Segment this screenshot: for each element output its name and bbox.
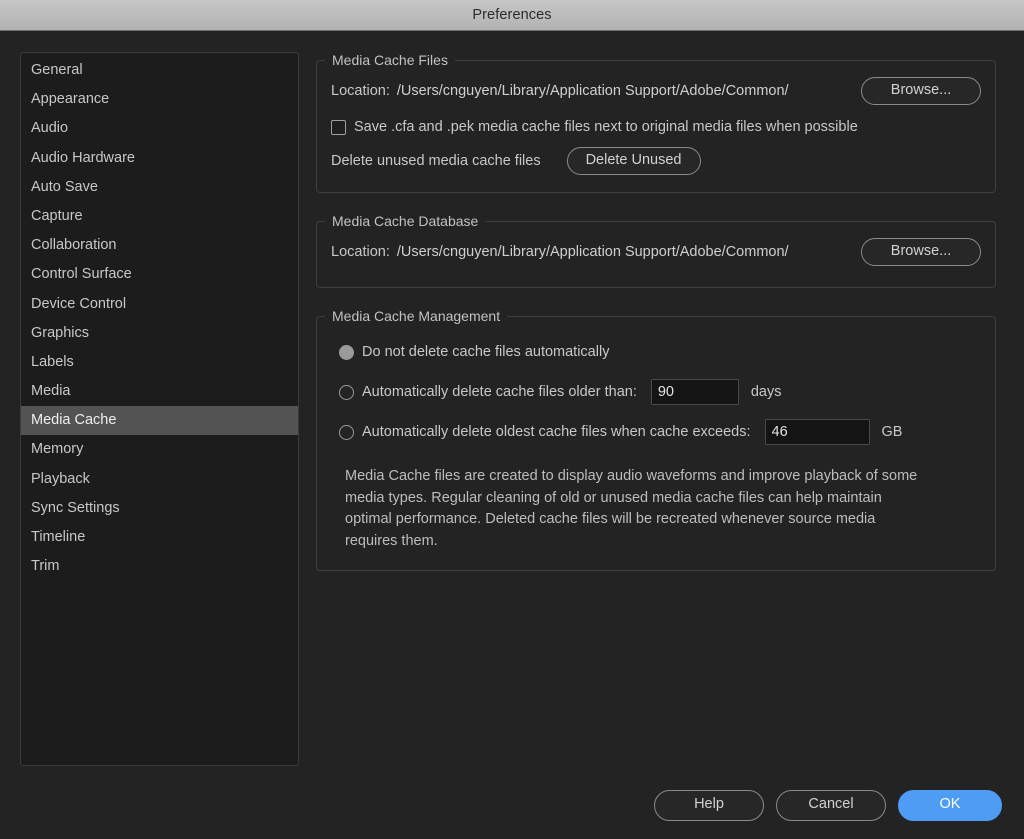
sidebar-item-collaboration[interactable]: Collaboration bbox=[21, 231, 298, 260]
sidebar-item-label: Appearance bbox=[31, 91, 110, 108]
sidebar-item-appearance[interactable]: Appearance bbox=[21, 85, 298, 114]
dialog-body: General Appearance Audio Audio Hardware Auto… bbox=[0, 31, 1024, 839]
cache-db-location-row: Location: /Users/cnguyen/Library/Applica… bbox=[331, 235, 981, 269]
cache-files-browse-button[interactable]: Browse... bbox=[861, 76, 981, 106]
sidebar-item-label: Device Control bbox=[31, 295, 127, 312]
category-list: General Appearance Audio Audio Hardware Auto… bbox=[21, 56, 298, 581]
option-no-auto-delete-label: Do not delete cache files automatically bbox=[362, 344, 610, 360]
sidebar-item-general[interactable]: General bbox=[21, 56, 298, 85]
sidebar-item-label: Timeline bbox=[31, 529, 86, 545]
sidebar-item-label: Audio Hardware bbox=[31, 149, 135, 166]
sidebar-item-label: Memory bbox=[31, 441, 84, 458]
option-cache-exceeds-radio[interactable] bbox=[339, 424, 354, 440]
older-than-unit-label: days bbox=[750, 384, 782, 400]
media-cache-database-group: Media Cache Database Location: /Users/cn… bbox=[316, 213, 996, 288]
media-cache-files-legend: Media Cache Files bbox=[332, 52, 448, 68]
media-cache-description: Media Cache files are created to display… bbox=[345, 468, 918, 549]
sidebar-item-label: Media bbox=[31, 383, 71, 400]
media-cache-files-group: Media Cache Files Location: /Users/cnguy… bbox=[316, 52, 996, 193]
sidebar-item-trim[interactable]: Trim bbox=[21, 552, 298, 581]
sidebar-item-playback[interactable]: Playback bbox=[21, 465, 298, 494]
media-cache-management-legend: Media Cache Management bbox=[332, 308, 501, 324]
sidebar-item-label: Media Cache bbox=[31, 412, 117, 429]
sidebar-item-capture[interactable]: Capture bbox=[21, 202, 298, 231]
sidebar-item-label: Graphics bbox=[31, 324, 90, 341]
sidebar-item-label: Trim bbox=[31, 558, 60, 575]
dialog-footer: Help Cancel OK bbox=[654, 790, 1002, 821]
save-next-to-original-checkbox[interactable] bbox=[331, 119, 346, 135]
delete-unused-row: Delete unused media cache files Delete U… bbox=[331, 144, 981, 178]
sidebar-item-graphics[interactable]: Graphics bbox=[21, 319, 298, 348]
sidebar-item-control-surface[interactable]: Control Surface bbox=[21, 260, 298, 289]
older-than-days-input[interactable] bbox=[650, 379, 739, 405]
option-older-than-label: Automatically delete cache files older t… bbox=[362, 384, 637, 400]
category-sidebar[interactable]: General Appearance Audio Audio Hardware Auto… bbox=[20, 52, 299, 766]
sidebar-item-device-control[interactable]: Device Control bbox=[21, 290, 298, 319]
media-cache-database-legend: Media Cache Database bbox=[332, 213, 479, 229]
ok-button[interactable]: OK bbox=[898, 790, 1002, 821]
sidebar-item-label: Collaboration bbox=[31, 237, 117, 254]
sidebar-item-memory[interactable]: Memory bbox=[21, 435, 298, 464]
cache-db-location-path: /Users/cnguyen/Library/Application Suppo… bbox=[396, 244, 789, 260]
sidebar-item-timeline[interactable]: Timeline bbox=[21, 523, 298, 552]
save-next-to-original-row[interactable]: Save .cfa and .pek media cache files nex… bbox=[331, 110, 981, 144]
save-next-to-original-label: Save .cfa and .pek media cache files nex… bbox=[354, 119, 858, 135]
settings-pane: Media Cache Files Location: /Users/cnguy… bbox=[316, 52, 996, 591]
option-no-auto-delete-radio[interactable] bbox=[339, 344, 354, 360]
option-cache-exceeds-row[interactable]: Automatically delete oldest cache files … bbox=[339, 412, 981, 452]
option-older-than-row[interactable]: Automatically delete cache files older t… bbox=[339, 372, 981, 412]
title-bar: Preferences bbox=[0, 0, 1024, 31]
sidebar-item-media-cache[interactable]: Media Cache bbox=[21, 406, 298, 436]
cache-files-location-row: Location: /Users/cnguyen/Library/Applica… bbox=[331, 74, 981, 108]
media-cache-management-group: Media Cache Management Do not delete cac… bbox=[316, 308, 996, 571]
sidebar-item-labels[interactable]: Labels bbox=[21, 348, 298, 377]
sidebar-item-label: Playback bbox=[31, 470, 90, 487]
sidebar-item-label: Auto Save bbox=[31, 178, 98, 195]
cache-files-location-path: /Users/cnguyen/Library/Application Suppo… bbox=[396, 83, 789, 99]
sidebar-item-label: Control Surface bbox=[31, 266, 132, 283]
help-button[interactable]: Help bbox=[654, 790, 764, 821]
sidebar-item-audio-hardware[interactable]: Audio Hardware bbox=[21, 144, 298, 173]
preferences-dialog: Preferences General Appearance Audio Audio … bbox=[0, 0, 1024, 839]
sidebar-item-label: Capture bbox=[31, 207, 83, 224]
delete-unused-button[interactable]: Delete Unused bbox=[566, 146, 701, 176]
cache-files-location-label: Location: bbox=[331, 83, 390, 99]
cache-db-browse-button[interactable]: Browse... bbox=[861, 237, 981, 267]
cache-exceeds-gb-input[interactable] bbox=[764, 419, 870, 445]
option-no-auto-delete-row[interactable]: Do not delete cache files automatically bbox=[339, 332, 981, 372]
cache-db-location-label: Location: bbox=[331, 244, 390, 260]
sidebar-item-label: General bbox=[31, 62, 83, 78]
option-cache-exceeds-label: Automatically delete oldest cache files … bbox=[362, 424, 751, 440]
option-older-than-radio[interactable] bbox=[339, 384, 354, 400]
sidebar-item-label: Audio bbox=[31, 120, 69, 137]
sidebar-item-media[interactable]: Media bbox=[21, 377, 298, 406]
sidebar-item-label: Labels bbox=[31, 353, 74, 370]
sidebar-item-auto-save[interactable]: Auto Save bbox=[21, 173, 298, 202]
sidebar-item-sync-settings[interactable]: Sync Settings bbox=[21, 494, 298, 523]
sidebar-item-audio[interactable]: Audio bbox=[21, 114, 298, 143]
cancel-button[interactable]: Cancel bbox=[776, 790, 886, 821]
cache-exceeds-unit-label: GB bbox=[881, 424, 903, 440]
window-title: Preferences bbox=[472, 7, 552, 23]
delete-unused-label: Delete unused media cache files bbox=[331, 153, 541, 169]
sidebar-item-label: Sync Settings bbox=[31, 499, 120, 516]
